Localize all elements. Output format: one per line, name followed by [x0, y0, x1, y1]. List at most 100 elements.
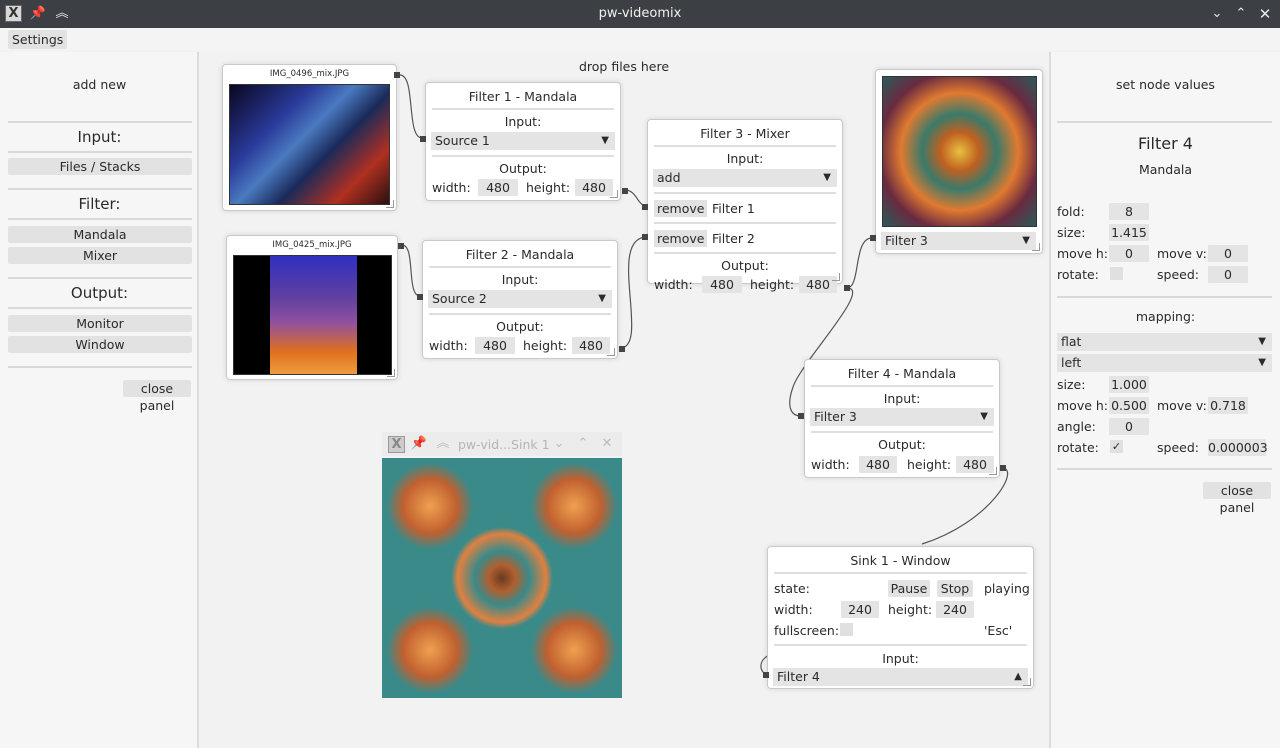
width-field[interactable]: 480	[475, 337, 515, 354]
sink-input-select[interactable]: Filter 4 ▲	[773, 668, 1028, 686]
image-node-source1[interactable]: IMG_0496_mix.JPG	[222, 64, 397, 211]
stop-button[interactable]: Stop	[937, 580, 973, 597]
output-port[interactable]	[619, 346, 625, 352]
remove-filter1-button[interactable]: remove	[654, 200, 708, 217]
maximize-icon[interactable]: ⌃	[1232, 5, 1250, 23]
rotate-checkbox[interactable]	[1110, 267, 1123, 280]
close-panel-button[interactable]: close panel	[123, 380, 191, 413]
angle-field[interactable]: 0	[1109, 418, 1149, 435]
add-mixer-button[interactable]: Mixer	[8, 247, 192, 264]
resize-grip[interactable]	[607, 348, 615, 356]
input-port[interactable]	[420, 136, 426, 142]
keep-above-icon[interactable]: ︽	[434, 435, 452, 453]
resize-grip[interactable]	[387, 369, 395, 377]
output-port[interactable]	[398, 243, 404, 249]
resize-grip[interactable]	[1032, 243, 1040, 251]
resize-grip[interactable]	[989, 467, 997, 475]
output-port[interactable]	[622, 188, 628, 194]
add-mandala-button[interactable]: Mandala	[8, 226, 192, 243]
divider	[774, 572, 1027, 574]
fold-field[interactable]: 8	[1109, 203, 1149, 220]
chevron-down-icon: ▼	[1258, 357, 1266, 368]
close-panel-button[interactable]: close panel	[1203, 482, 1271, 515]
filter1-input-select[interactable]: Source 1 ▼	[431, 132, 615, 150]
mapping-mode-select[interactable]: flat ▼	[1057, 333, 1272, 351]
select-value: flat	[1061, 334, 1082, 349]
chevron-down-icon: ▼	[601, 135, 609, 146]
resize-grip[interactable]	[386, 200, 394, 208]
app-icon: X	[388, 436, 405, 453]
output-port[interactable]	[1000, 465, 1006, 471]
speed-field[interactable]: 0	[1208, 266, 1248, 283]
map-rotate-checkbox[interactable]: ✓	[1110, 440, 1123, 453]
height-field[interactable]: 240	[936, 601, 974, 618]
width-field[interactable]: 240	[841, 601, 879, 618]
selected-node-type: Mandala	[1138, 162, 1193, 177]
chevron-up-icon: ▲	[1014, 671, 1022, 682]
height-label: height:	[907, 457, 952, 472]
size-field[interactable]: 1.415	[1109, 224, 1149, 241]
title-bar: X 📌 ︽ pw-videomix ⌄ ⌃ ✕	[0, 0, 1280, 28]
resize-grip[interactable]	[1023, 678, 1031, 686]
node-canvas[interactable]: drop files here IMG_0496_mix.JPG IMG_042…	[201, 52, 1047, 748]
mix-mode-select[interactable]: add ▼	[653, 169, 837, 187]
image-node-source2[interactable]: IMG_0425_mix.JPG	[226, 235, 398, 380]
pin-icon[interactable]: 📌	[410, 435, 428, 453]
filter2-node[interactable]: Filter 2 - Mandala Input: Source 2 ▼ Outp…	[422, 240, 618, 359]
monitor-node[interactable]: Filter 3 ▼	[875, 69, 1043, 254]
mapping-side-select[interactable]: left ▼	[1057, 354, 1272, 372]
add-files-stacks-button[interactable]: Files / Stacks	[8, 158, 192, 175]
width-field[interactable]: 480	[859, 456, 897, 473]
input-port[interactable]	[642, 234, 648, 240]
maximize-icon[interactable]: ⌃	[574, 435, 592, 453]
image-thumbnail	[229, 84, 390, 205]
input-port[interactable]	[763, 672, 769, 678]
filter2-input-select[interactable]: Source 2 ▼	[428, 290, 612, 308]
filter4-input-select[interactable]: Filter 3 ▼	[810, 408, 994, 426]
close-icon[interactable]: ✕	[598, 435, 616, 453]
map-move-v-field[interactable]: 0.718	[1208, 397, 1248, 414]
pause-button[interactable]: Pause	[888, 580, 930, 597]
width-label: width:	[429, 338, 468, 353]
input-port[interactable]	[798, 413, 804, 419]
divider	[8, 151, 192, 153]
move-v-field[interactable]: 0	[1208, 245, 1248, 262]
filter3-node[interactable]: Filter 3 - Mixer Input: add ▼ remove Filt…	[647, 119, 843, 293]
add-monitor-button[interactable]: Monitor	[8, 315, 192, 332]
height-field[interactable]: 480	[575, 179, 613, 196]
close-icon[interactable]: ✕	[1256, 5, 1274, 23]
output-port[interactable]	[394, 72, 400, 78]
resize-grip[interactable]	[610, 190, 618, 198]
move-h-field[interactable]: 0	[1109, 245, 1149, 262]
sink1-node[interactable]: Sink 1 - Window state: Pause Stop playin…	[767, 546, 1034, 689]
width-label: width:	[654, 277, 693, 292]
height-field[interactable]: 480	[572, 337, 610, 354]
select-value: Source 1	[435, 133, 490, 148]
filter4-node[interactable]: Filter 4 - Mandala Input: Filter 3 ▼ Outp…	[804, 359, 1000, 478]
map-speed-field[interactable]: 0.000003	[1208, 439, 1268, 456]
minimize-icon[interactable]: ⌄	[1208, 5, 1226, 23]
settings-menu[interactable]: Settings	[8, 30, 68, 49]
wire-filter4-sink	[921, 467, 1009, 545]
output-port[interactable]	[844, 285, 850, 291]
width-field[interactable]: 480	[702, 276, 742, 293]
map-size-field[interactable]: 1.000	[1109, 376, 1149, 393]
remove-filter2-button[interactable]: remove	[654, 230, 708, 247]
input-port[interactable]	[870, 235, 876, 241]
fullscreen-checkbox[interactable]	[840, 623, 853, 636]
monitor-input-select[interactable]: Filter 3 ▼	[881, 232, 1036, 250]
select-value: Filter 3	[885, 233, 928, 248]
selected-node-title: Filter 4	[1138, 134, 1193, 153]
resize-grip[interactable]	[832, 273, 840, 281]
width-label: width:	[811, 457, 850, 472]
add-window-button[interactable]: Window	[8, 336, 192, 353]
input-port[interactable]	[417, 294, 423, 300]
input-port[interactable]	[642, 204, 648, 210]
filter1-node[interactable]: Filter 1 - Mandala Input: Source 1 ▼ Outp…	[425, 82, 621, 201]
sink-window-titlebar[interactable]: X 📌 ︽ pw-vid...Sink 1 ⌄ ⌃ ✕	[382, 432, 622, 456]
map-move-h-field[interactable]: 0.500	[1109, 397, 1149, 414]
width-field[interactable]: 480	[478, 179, 518, 196]
minimize-icon[interactable]: ⌄	[550, 435, 568, 453]
fullscreen-label: fullscreen:	[774, 623, 840, 638]
input-label: Input:	[501, 272, 539, 287]
